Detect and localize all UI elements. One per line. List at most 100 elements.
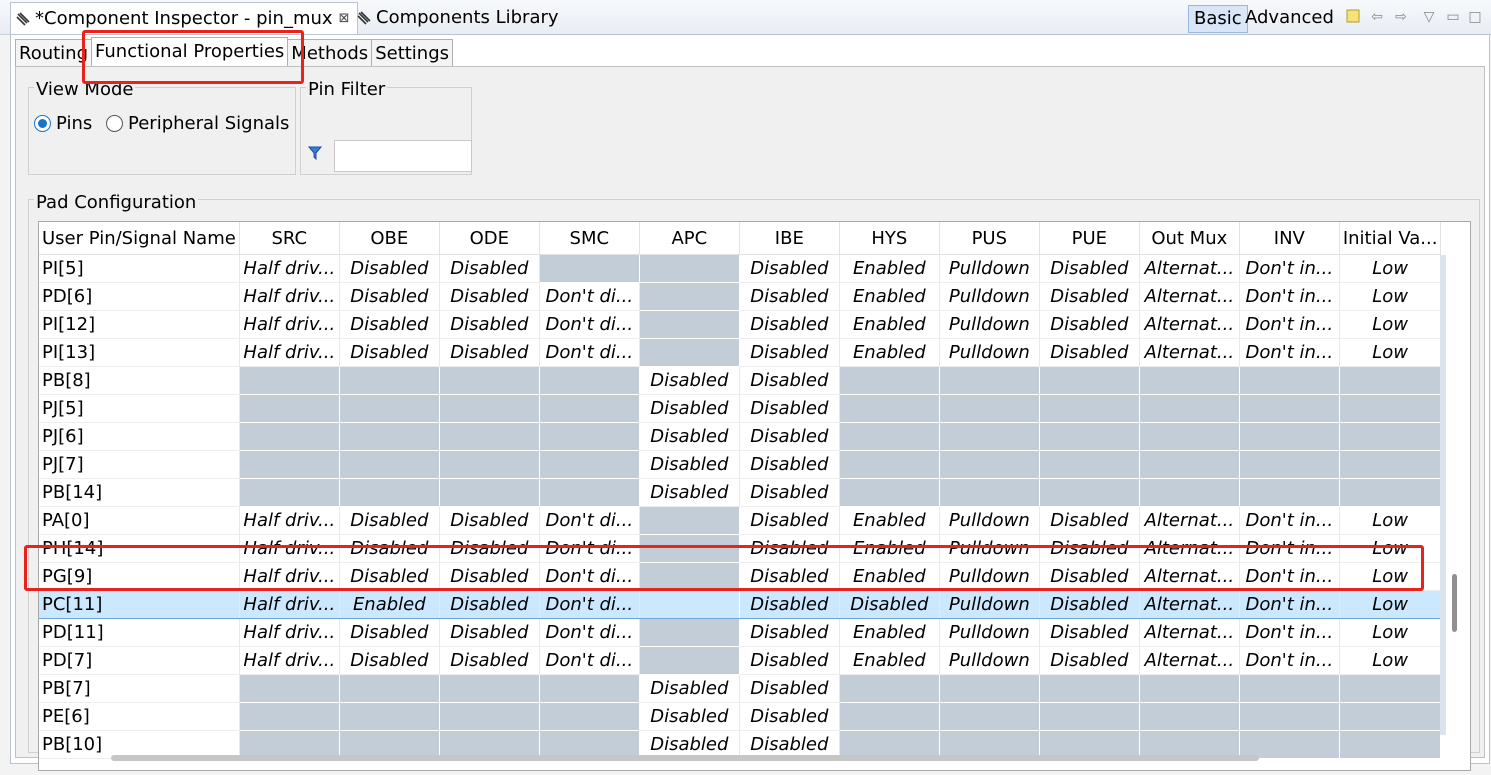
- property-cell[interactable]: Don't di...: [539, 534, 640, 563]
- vertical-scrollbar-track[interactable]: [1440, 255, 1446, 735]
- property-cell[interactable]: Pulldown: [939, 254, 1040, 283]
- property-cell[interactable]: Pulldown: [939, 618, 1040, 647]
- table-row[interactable]: PJ[7] Disabled Disabled: [39, 450, 1442, 479]
- property-cell[interactable]: Don't in...: [1239, 646, 1340, 675]
- peripheral-signals-radio[interactable]: Peripheral Signals: [106, 113, 289, 134]
- column-header[interactable]: HYS: [839, 222, 940, 255]
- property-cell[interactable]: Disabled: [639, 702, 740, 731]
- property-cell[interactable]: Disabled: [839, 590, 940, 619]
- property-cell[interactable]: Enabled: [839, 618, 940, 647]
- pin-name-cell[interactable]: PB[8]: [39, 366, 240, 395]
- property-cell[interactable]: Disabled: [739, 590, 840, 619]
- column-header[interactable]: OBE: [339, 222, 440, 255]
- property-cell[interactable]: Disabled: [339, 506, 440, 535]
- property-cell[interactable]: Alternat...: [1139, 534, 1240, 563]
- property-cell[interactable]: Don't di...: [539, 506, 640, 535]
- property-cell[interactable]: Alternat...: [1139, 310, 1240, 339]
- pin-name-cell[interactable]: PI[13]: [39, 338, 240, 367]
- table-row[interactable]: PI[5] Half driv... Disabled Disabled Disable…: [39, 254, 1442, 283]
- property-cell[interactable]: Enabled: [839, 506, 940, 535]
- property-cell[interactable]: Alternat...: [1139, 646, 1240, 675]
- property-cell[interactable]: Pulldown: [939, 562, 1040, 591]
- table-row[interactable]: PJ[5] Disabled Disabled: [39, 394, 1442, 423]
- property-cell[interactable]: Enabled: [839, 646, 940, 675]
- column-header[interactable]: PUS: [939, 222, 1040, 255]
- property-cell[interactable]: Pulldown: [939, 338, 1040, 367]
- vertical-scrollbar-thumb[interactable]: [1452, 574, 1457, 632]
- property-cell[interactable]: Low: [1339, 590, 1442, 619]
- property-cell[interactable]: Disabled: [339, 338, 440, 367]
- pins-radio[interactable]: Pins: [34, 113, 92, 134]
- property-cell[interactable]: Disabled: [739, 478, 840, 507]
- property-cell[interactable]: Disabled: [439, 534, 540, 563]
- property-cell[interactable]: Alternat...: [1139, 282, 1240, 311]
- property-cell[interactable]: Don't in...: [1239, 338, 1340, 367]
- property-cell[interactable]: Disabled: [739, 562, 840, 591]
- table-row[interactable]: PJ[6] Disabled Disabled: [39, 422, 1442, 451]
- property-cell[interactable]: Disabled: [739, 674, 840, 703]
- property-cell[interactable]: Don't in...: [1239, 282, 1340, 311]
- property-cell[interactable]: Disabled: [339, 562, 440, 591]
- property-cell[interactable]: Half driv...: [239, 338, 340, 367]
- pin-name-cell[interactable]: PD[11]: [39, 618, 240, 647]
- view-menu-icon[interactable]: ▽: [1420, 8, 1438, 26]
- property-cell[interactable]: Half driv...: [239, 254, 340, 283]
- column-header[interactable]: PUE: [1039, 222, 1140, 255]
- property-cell[interactable]: Disabled: [639, 366, 740, 395]
- property-cell[interactable]: Pulldown: [939, 310, 1040, 339]
- column-header[interactable]: APC: [639, 222, 740, 255]
- property-cell[interactable]: Disabled: [339, 282, 440, 311]
- property-cell[interactable]: Disabled: [739, 338, 840, 367]
- property-cell[interactable]: Half driv...: [239, 310, 340, 339]
- property-cell[interactable]: Alternat...: [1139, 254, 1240, 283]
- advanced-mode-button[interactable]: Advanced: [1245, 5, 1334, 31]
- property-cell[interactable]: Disabled: [1039, 506, 1140, 535]
- table-row[interactable]: PG[9] Half driv... Disabled Disabled Don't d…: [39, 562, 1442, 591]
- property-cell[interactable]: Disabled: [739, 254, 840, 283]
- table-row[interactable]: PB[8] Disabled Disabled: [39, 366, 1442, 395]
- property-cell[interactable]: Disabled: [739, 506, 840, 535]
- property-cell[interactable]: Half driv...: [239, 506, 340, 535]
- property-cell[interactable]: Enabled: [839, 282, 940, 311]
- pin-name-cell[interactable]: PI[5]: [39, 254, 240, 283]
- property-cell[interactable]: Disabled: [439, 282, 540, 311]
- property-cell[interactable]: Disabled: [1039, 590, 1140, 619]
- table-row[interactable]: PA[0] Half driv... Disabled Disabled Don't d…: [39, 506, 1442, 535]
- pins-radio-button[interactable]: [34, 115, 51, 132]
- property-cell[interactable]: Don't in...: [1239, 534, 1340, 563]
- pin-filter-input[interactable]: [334, 140, 472, 172]
- property-cell[interactable]: Low: [1339, 618, 1442, 647]
- property-cell[interactable]: Alternat...: [1139, 338, 1240, 367]
- table-row[interactable]: PD[11] Half driv... Disabled Disabled Don't …: [39, 618, 1442, 647]
- property-cell[interactable]: Disabled: [339, 646, 440, 675]
- property-cell[interactable]: Disabled: [1039, 338, 1140, 367]
- property-cell[interactable]: Enabled: [839, 534, 940, 563]
- property-cell[interactable]: Disabled: [1039, 282, 1140, 311]
- property-cell[interactable]: Low: [1339, 282, 1442, 311]
- maximize-icon[interactable]: □: [1466, 8, 1484, 26]
- property-cell[interactable]: Don't in...: [1239, 254, 1340, 283]
- property-cell[interactable]: Don't in...: [1239, 562, 1340, 591]
- tab-components-library[interactable]: Components Library: [352, 2, 563, 33]
- table-row[interactable]: PH[14] Half driv... Disabled Disabled Don't …: [39, 534, 1442, 563]
- property-cell[interactable]: Pulldown: [939, 506, 1040, 535]
- table-row[interactable]: PB[7] Disabled Disabled: [39, 674, 1442, 703]
- table-row[interactable]: PD[6] Half driv... Disabled Disabled Don't d…: [39, 282, 1442, 311]
- property-cell[interactable]: Half driv...: [239, 590, 340, 619]
- column-header[interactable]: Out Mux: [1139, 222, 1240, 255]
- property-cell[interactable]: Don't in...: [1239, 506, 1340, 535]
- property-cell[interactable]: Disabled: [1039, 646, 1140, 675]
- property-cell[interactable]: Disabled: [439, 618, 540, 647]
- property-cell[interactable]: Alternat...: [1139, 562, 1240, 591]
- column-header[interactable]: IBE: [739, 222, 840, 255]
- property-cell[interactable]: Enabled: [839, 310, 940, 339]
- property-cell[interactable]: Don't in...: [1239, 590, 1340, 619]
- close-icon[interactable]: ⊠: [339, 11, 350, 26]
- property-cell[interactable]: Pulldown: [939, 646, 1040, 675]
- property-cell[interactable]: Disabled: [1039, 254, 1140, 283]
- property-cell[interactable]: Low: [1339, 646, 1442, 675]
- pin-name-cell[interactable]: PG[9]: [39, 562, 240, 591]
- property-cell[interactable]: Disabled: [739, 534, 840, 563]
- property-cell[interactable]: Enabled: [839, 562, 940, 591]
- pin-name-cell[interactable]: PJ[6]: [39, 422, 240, 451]
